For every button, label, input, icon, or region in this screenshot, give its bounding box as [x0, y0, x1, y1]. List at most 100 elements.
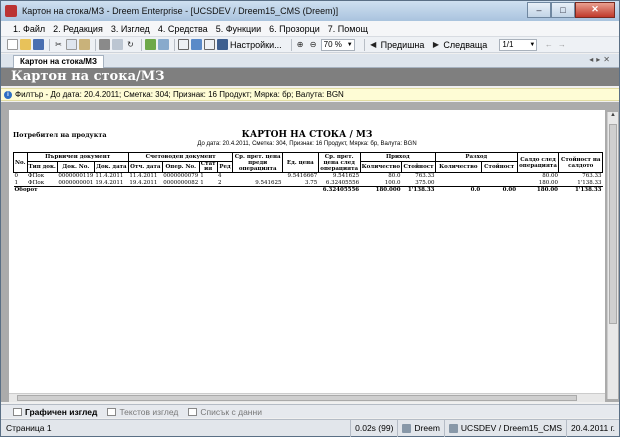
- forward-arrow-icon[interactable]: →: [556, 39, 567, 50]
- col-avg-before: Ср. прет. цена преди операцията: [232, 152, 283, 173]
- col-doc-type: Тип док.: [26, 161, 58, 173]
- col-doc-no: Док. No.: [56, 161, 95, 173]
- layout-icon[interactable]: [178, 39, 189, 50]
- report-subtitle: До дата: 20.4.2011, Сметка: 304, Признак…: [197, 141, 417, 147]
- col-expense: Разход: [434, 152, 518, 162]
- menu-edit[interactable]: 2. Редакция: [53, 24, 103, 34]
- menu-help[interactable]: 7. Помощ: [328, 24, 368, 34]
- scroll-up-icon[interactable]: ▲: [608, 112, 618, 122]
- view-tabs: Графичен изглед Текстов изглед Списък с …: [1, 404, 619, 418]
- print-icon[interactable]: [99, 39, 110, 50]
- tab-data-list[interactable]: Списък с данни: [188, 407, 262, 417]
- grid-icon[interactable]: [204, 39, 215, 50]
- report-title: КАРТОН НА СТОКА / МЗ: [241, 130, 373, 140]
- scroll-thumb-horizontal[interactable]: [17, 395, 577, 401]
- settings-button[interactable]: Настройки...: [230, 40, 282, 50]
- page-select[interactable]: 1/1 ▼: [499, 38, 538, 51]
- toolbar: ✂ ↻ Настройки... ⊕ ⊖ 70 % ▼ ◀ Предишна ▶ …: [1, 37, 619, 53]
- col-accounting-doc: Счетоводен документ: [127, 152, 234, 162]
- col-value-out: Стойност: [480, 161, 518, 173]
- status-db: UCSDEV / Dreem15_CMS: [443, 419, 566, 437]
- next-page-button[interactable]: Следваща: [443, 40, 487, 50]
- tab-stock-card[interactable]: Картон на стока/МЗ: [13, 55, 104, 68]
- chevron-down-icon: ▼: [529, 41, 536, 48]
- vertical-scrollbar[interactable]: ▲: [607, 112, 618, 399]
- stock-card-table: No. Първичен документ Счетоводен докумен…: [13, 152, 603, 194]
- menu-windows[interactable]: 6. Прозорци: [269, 24, 320, 34]
- title-bar[interactable]: Картон на стока/МЗ - Dreem Enterprise - …: [1, 1, 619, 21]
- text-view-icon: [107, 407, 117, 416]
- graphic-view-icon: [13, 407, 22, 416]
- paste-icon[interactable]: [79, 39, 90, 50]
- report-viewport: Потребител на продукта КАРТОН НА СТОКА /…: [1, 102, 619, 402]
- status-app: Dreem: [397, 419, 444, 437]
- print-preview-icon[interactable]: [112, 39, 123, 50]
- col-no: No.: [13, 152, 28, 173]
- save-icon[interactable]: [33, 39, 44, 50]
- prev-page-button[interactable]: Предишна: [381, 40, 425, 50]
- window-title: Картон на стока/МЗ - Dreem Enterprise - …: [22, 6, 339, 16]
- total-label: Оборот: [13, 186, 233, 194]
- app-window: Картон на стока/МЗ - Dreem Enterprise - …: [0, 0, 620, 437]
- next-page-icon[interactable]: ▶: [430, 39, 441, 50]
- menu-tools[interactable]: 4. Средства: [158, 24, 208, 34]
- zoom-select[interactable]: 70 % ▼: [320, 38, 355, 51]
- col-primary-doc: Първичен документ: [26, 152, 129, 162]
- open-icon[interactable]: [20, 39, 31, 50]
- back-arrow-icon[interactable]: ←: [543, 39, 554, 50]
- chevron-down-icon: ▼: [346, 41, 353, 48]
- status-time: 0.02s (99): [350, 419, 397, 437]
- copy-icon[interactable]: [66, 39, 77, 50]
- document-tab-strip: Картон на стока/МЗ ◂▸✕: [1, 54, 619, 68]
- zoom-out-icon[interactable]: ⊖: [308, 39, 319, 50]
- status-bar: Страница 1 0.02s (99) Dreem UCSDEV / Dre…: [1, 419, 619, 437]
- cut-icon[interactable]: ✂: [53, 39, 64, 50]
- prev-page-icon[interactable]: ◀: [368, 39, 379, 50]
- new-icon[interactable]: [7, 39, 18, 50]
- filter-icon[interactable]: [145, 39, 156, 50]
- chart-icon[interactable]: [191, 39, 202, 50]
- col-value-in: Стойност: [401, 161, 436, 173]
- tab-graphic-view[interactable]: Графичен изглед: [13, 407, 97, 417]
- table-row[interactable]: 1 ФПок 0000000001 19.4.2011 19.4.2011 00…: [14, 180, 603, 187]
- col-status: Стат ия: [198, 161, 218, 173]
- zoom-in-icon[interactable]: ⊕: [295, 39, 306, 50]
- export-icon[interactable]: [158, 39, 169, 50]
- col-row: Ред: [216, 161, 234, 173]
- col-income: Приход: [359, 152, 436, 162]
- col-value-balance: Стойност на салдото: [558, 152, 603, 173]
- col-oper-no: Опер. No.: [161, 161, 200, 173]
- menu-bar: 1. Файл 2. Редакция 3. Изглед 4. Средств…: [1, 21, 619, 37]
- database-icon: [448, 423, 458, 433]
- refresh-icon[interactable]: ↻: [125, 39, 136, 50]
- col-avg-after: Ср. прет. цена след операцията: [317, 152, 361, 173]
- page-title: Картон на стока/МЗ: [1, 68, 619, 86]
- close-button[interactable]: ✕: [575, 1, 615, 18]
- horizontal-scrollbar[interactable]: [9, 393, 605, 402]
- tab-text-view[interactable]: Текстов изглед: [107, 407, 178, 417]
- col-qty-in: Количество: [359, 161, 403, 173]
- scroll-thumb[interactable]: [609, 124, 617, 324]
- menu-view[interactable]: 3. Изглед: [111, 24, 150, 34]
- col-qty-out: Количество: [434, 161, 482, 173]
- maximize-button[interactable]: □: [551, 1, 575, 18]
- filter-text: Филтър - До дата: 20.4.2011; Сметка: 304…: [15, 90, 344, 99]
- menu-file[interactable]: 1. Файл: [13, 24, 45, 34]
- report-page: Потребител на продукта КАРТОН НА СТОКА /…: [9, 110, 605, 396]
- status-page: Страница 1: [6, 423, 52, 433]
- status-date: 20.4.2011 г.: [566, 419, 619, 437]
- app-icon: [5, 5, 17, 17]
- total-row: Оборот 6.32405556 180.000 1'138.33 0.0 0…: [13, 186, 603, 194]
- data-list-icon: [188, 407, 198, 416]
- filter-bar: i Филтър - До дата: 20.4.2011; Сметка: 3…: [1, 88, 619, 101]
- col-doc-date: Док. дата: [93, 161, 129, 173]
- col-acc-date: Отч. дата: [127, 161, 163, 173]
- col-unit-price: Ед. цена: [281, 152, 319, 173]
- app-status-icon: [402, 423, 412, 433]
- tab-nav-controls[interactable]: ◂▸✕: [589, 55, 613, 64]
- minimize-button[interactable]: –: [527, 1, 551, 18]
- col-balance: Салдо след операцията: [516, 152, 560, 173]
- settings-icon[interactable]: [217, 39, 228, 50]
- menu-functions[interactable]: 5. Функции: [216, 24, 261, 34]
- table-row[interactable]: 0 ФПок 0000000119 11.4.2011 11.4.2011 00…: [14, 173, 603, 180]
